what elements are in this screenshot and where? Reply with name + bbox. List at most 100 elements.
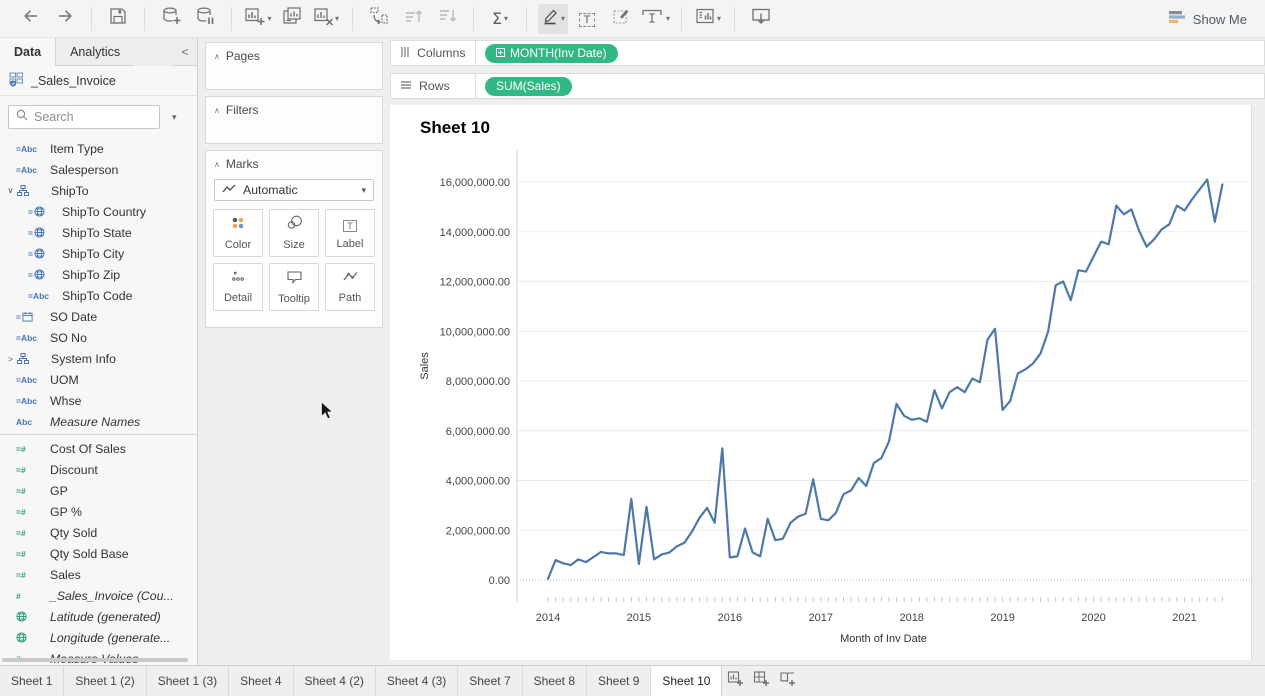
swap-rows-columns-button[interactable] [364, 4, 394, 34]
field-cost-of-sales[interactable]: =#Cost Of Sales [0, 438, 197, 459]
search-icon [16, 108, 28, 126]
field-longitude-generate[interactable]: Longitude (generate... [0, 627, 197, 648]
field-sales[interactable]: =#Sales [0, 564, 197, 585]
mark-size-button[interactable]: Size [269, 209, 319, 257]
field-gp[interactable]: =#GP [0, 480, 197, 501]
format-button[interactable] [606, 4, 636, 34]
save-button[interactable] [103, 4, 133, 34]
sheet-tab-sheet-4-3[interactable]: Sheet 4 (3) [376, 666, 458, 696]
show-hide-cards-button[interactable]: ▾ [693, 4, 723, 34]
datasource-item[interactable]: _Sales_Invoice [0, 66, 197, 96]
pill-sum-sales[interactable]: SUM(Sales) [485, 77, 572, 96]
highlight-button[interactable]: ▾ [538, 4, 568, 34]
collapse-chevron-icon[interactable]: ∧ [214, 52, 220, 61]
sheet-tab-sheet-8[interactable]: Sheet 8 [523, 666, 587, 696]
collapse-hierarchy-icon[interactable]: ∨ [4, 185, 17, 196]
color-icon [230, 216, 246, 235]
new-worksheet-button[interactable]: ▾ [243, 4, 273, 34]
clear-sheet-button[interactable]: ▾ [311, 4, 341, 34]
mark-label-button[interactable]: TLabel [325, 209, 375, 257]
rows-shelf[interactable]: Rows SUM(Sales) [390, 73, 1265, 99]
collapse-chevron-icon[interactable]: ∧ [214, 106, 220, 115]
collapse-pane-icon[interactable]: < [173, 38, 197, 66]
field-qty-sold[interactable]: =#Qty Sold [0, 522, 197, 543]
field-shipto-country[interactable]: =ShipTo Country [0, 201, 197, 222]
sort-ascending-button[interactable] [398, 4, 428, 34]
field-salesperson[interactable]: =AbcSalesperson [0, 159, 197, 180]
field-label: Item Type [50, 142, 104, 156]
sheet-tab-sheet-4-2[interactable]: Sheet 4 (2) [294, 666, 376, 696]
totals-button[interactable]: Σ▾ [485, 4, 515, 34]
pill-month-inv-date[interactable]: MONTH(Inv Date) [485, 44, 618, 63]
fit-view-button[interactable]: ▾ [640, 4, 670, 34]
expand-hierarchy-icon[interactable]: > [4, 354, 17, 364]
y-tick-label: 16,000,000.00 [440, 177, 510, 189]
num-field-icon: =# [16, 570, 50, 580]
sheet-tab-sheet-1[interactable]: Sheet 1 [0, 666, 64, 696]
search-options-caret-icon[interactable]: ▾ [172, 112, 177, 123]
field-shipto-city[interactable]: =ShipTo City [0, 243, 197, 264]
mark-button-label: Tooltip [278, 293, 310, 305]
mark-tooltip-button[interactable]: Tooltip [269, 263, 319, 311]
show-mark-labels-icon: T [579, 10, 596, 28]
field-uom[interactable]: =AbcUOM [0, 369, 197, 390]
sheet-tab-sheet-1-2[interactable]: Sheet 1 (2) [64, 666, 146, 696]
undo-back-button[interactable] [16, 4, 46, 34]
search-input[interactable] [34, 110, 144, 124]
new-story-tab-button[interactable] [774, 666, 800, 696]
field-label: Longitude (generate... [50, 631, 170, 645]
show-me-button[interactable]: Show Me [1166, 0, 1247, 38]
field-so-date[interactable]: =SO Date [0, 306, 197, 327]
field-shipto[interactable]: ∨ShipTo [0, 180, 197, 201]
sheet-tab-sheet-1-3[interactable]: Sheet 1 (3) [147, 666, 229, 696]
field-latitude-generated[interactable]: Latitude (generated) [0, 606, 197, 627]
sort-descending-button[interactable] [432, 4, 462, 34]
field-measure-names[interactable]: AbcMeasure Names [0, 411, 197, 432]
redo-forward-button[interactable] [50, 4, 80, 34]
caret-down-icon: ▾ [267, 14, 271, 23]
field-discount[interactable]: =#Discount [0, 459, 197, 480]
columns-shelf[interactable]: Columns MONTH(Inv Date) [390, 40, 1265, 66]
mark-detail-button[interactable]: Detail [213, 263, 263, 311]
field-system-info[interactable]: >System Info [0, 348, 197, 369]
field-qty-sold-base[interactable]: =#Qty Sold Base [0, 543, 197, 564]
field-shipto-code[interactable]: =AbcShipTo Code [0, 285, 197, 306]
new-data-source-button[interactable] [156, 4, 186, 34]
show-mark-labels-button[interactable]: T [572, 4, 602, 34]
tab-analytics[interactable]: Analytics [56, 38, 134, 66]
tab-data[interactable]: Data [0, 38, 56, 66]
mark-path-button[interactable]: Path [325, 263, 375, 311]
new-worksheet-tab-button[interactable] [722, 666, 748, 696]
duplicate-sheet-button[interactable] [277, 4, 307, 34]
sales-trend-line[interactable] [548, 180, 1222, 579]
caret-down-icon: ▾ [504, 14, 508, 23]
field-so-no[interactable]: =AbcSO No [0, 327, 197, 348]
field-sales-invoice-cou[interactable]: #_Sales_Invoice (Cou... [0, 585, 197, 606]
field-whse[interactable]: =AbcWhse [0, 390, 197, 411]
search-box[interactable] [8, 105, 160, 129]
collapse-chevron-icon[interactable]: ∧ [214, 160, 220, 169]
presentation-mode-button[interactable] [746, 4, 776, 34]
field-gp[interactable]: =#GP % [0, 501, 197, 522]
mark-color-button[interactable]: Color [213, 209, 263, 257]
sheet-tab-sheet-4[interactable]: Sheet 4 [229, 666, 293, 696]
field-label: Latitude (generated) [50, 610, 161, 624]
expand-pill-icon[interactable] [496, 46, 505, 60]
pause-auto-updates-button[interactable] [190, 4, 220, 34]
field-shipto-zip[interactable]: =ShipTo Zip [0, 264, 197, 285]
sort-descending-icon [437, 6, 457, 31]
new-dashboard-tab-button[interactable] [748, 666, 774, 696]
cards-panel: ∧ Pages ∧ Filters ∧ Marks Automatic ▾ Co… [205, 38, 383, 665]
mark-type-dropdown[interactable]: Automatic ▾ [214, 179, 374, 201]
sheet-tab-sheet-10[interactable]: Sheet 10 [651, 666, 722, 696]
sheet-tab-sheet-9[interactable]: Sheet 9 [587, 666, 651, 696]
sheet-tab-sheet-7[interactable]: Sheet 7 [458, 666, 522, 696]
mouse-cursor [320, 401, 334, 426]
sales-line-chart[interactable]: 0.002,000,000.004,000,000.006,000,000.00… [390, 105, 1252, 660]
toolbar-separator [526, 7, 527, 31]
field-shipto-state[interactable]: =ShipTo State [0, 222, 197, 243]
field-item-type[interactable]: =AbcItem Type [0, 138, 197, 159]
geo-field-icon: = [28, 206, 62, 217]
data-pane-horizontal-scrollbar[interactable] [2, 658, 188, 662]
y-tick-label: 14,000,000.00 [440, 227, 510, 239]
